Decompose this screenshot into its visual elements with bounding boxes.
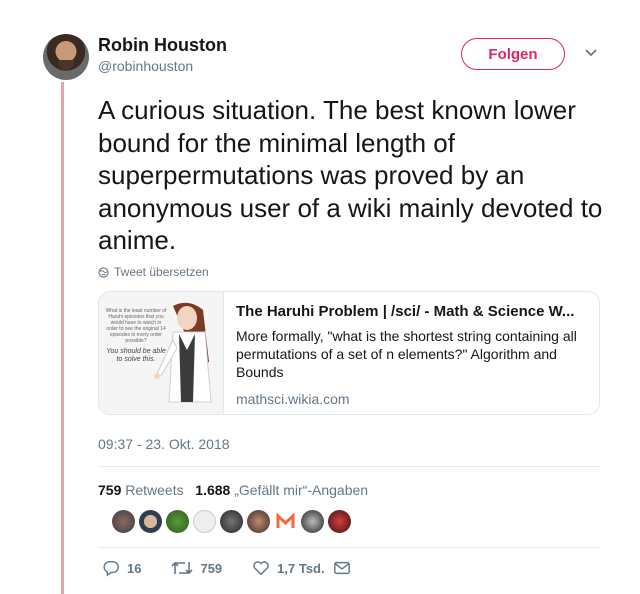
- reply-action[interactable]: 16: [102, 559, 141, 577]
- translate-link[interactable]: Tweet übersetzen: [98, 265, 209, 279]
- translate-label[interactable]: Tweet übersetzen: [114, 265, 209, 279]
- author-avatar[interactable]: [43, 34, 89, 80]
- like-action[interactable]: 1,7 Tsd.: [252, 559, 325, 577]
- liker-avatars: [112, 510, 351, 533]
- card-image[interactable]: What is the least number of Haruhi episo…: [99, 292, 224, 414]
- retweets-stat[interactable]: 759 Retweets: [98, 482, 184, 498]
- liker-avatar[interactable]: [193, 510, 216, 533]
- reply-count: 16: [127, 560, 142, 576]
- liker-avatar[interactable]: [301, 510, 324, 533]
- retweet-icon: [171, 561, 194, 575]
- action-bar: 16 759 1,7 Tsd.: [98, 559, 351, 577]
- chevron-down-icon[interactable]: [582, 46, 600, 60]
- anime-character-illustration: [154, 302, 212, 403]
- retweet-count: 759: [200, 560, 223, 576]
- liker-avatar[interactable]: [112, 510, 135, 533]
- liker-avatar[interactable]: [220, 510, 243, 533]
- liker-avatar[interactable]: [328, 510, 351, 533]
- thread-line: [61, 82, 64, 594]
- reply-icon: [103, 560, 119, 577]
- author-handle[interactable]: @robinhouston: [98, 58, 193, 74]
- likes-stat[interactable]: 1.688 „Gefällt mir“-Angaben: [195, 482, 368, 498]
- tweet-timestamp[interactable]: 09:37 - 23. Okt. 2018: [98, 436, 230, 452]
- liker-avatar[interactable]: [247, 510, 270, 533]
- card-title[interactable]: The Haruhi Problem | /sci/ - Math & Scie…: [236, 303, 587, 320]
- link-card[interactable]: What is the least number of Haruhi episo…: [98, 291, 600, 415]
- card-description: More formally, "what is the shortest str…: [236, 328, 577, 380]
- liker-avatar[interactable]: [166, 510, 189, 533]
- tweet-text: A curious situation. The best known lowe…: [98, 95, 603, 255]
- like-count: 1,7 Tsd.: [277, 560, 325, 576]
- retweets-label: Retweets: [125, 482, 184, 498]
- liker-avatar[interactable]: [274, 510, 297, 533]
- divider: [98, 466, 600, 467]
- retweets-count: 759: [98, 482, 122, 498]
- likes-label: „Gefällt mir“-Angaben: [234, 482, 369, 498]
- card-domain[interactable]: mathsci.wikia.com: [236, 391, 587, 407]
- follow-button[interactable]: Folgen: [461, 38, 565, 70]
- engagement-stats: 759 Retweets 1.688 „Gefällt mir“-Angaben: [98, 482, 368, 498]
- retweet-action[interactable]: 759: [171, 559, 222, 577]
- author-name[interactable]: Robin Houston: [98, 35, 227, 56]
- divider: [98, 547, 600, 548]
- liker-avatar[interactable]: [139, 510, 162, 533]
- heart-icon: [253, 561, 269, 576]
- direct-message-action[interactable]: [333, 560, 351, 576]
- mail-icon: [333, 561, 350, 575]
- globe-icon: [98, 266, 109, 278]
- likes-count: 1.688: [195, 482, 231, 498]
